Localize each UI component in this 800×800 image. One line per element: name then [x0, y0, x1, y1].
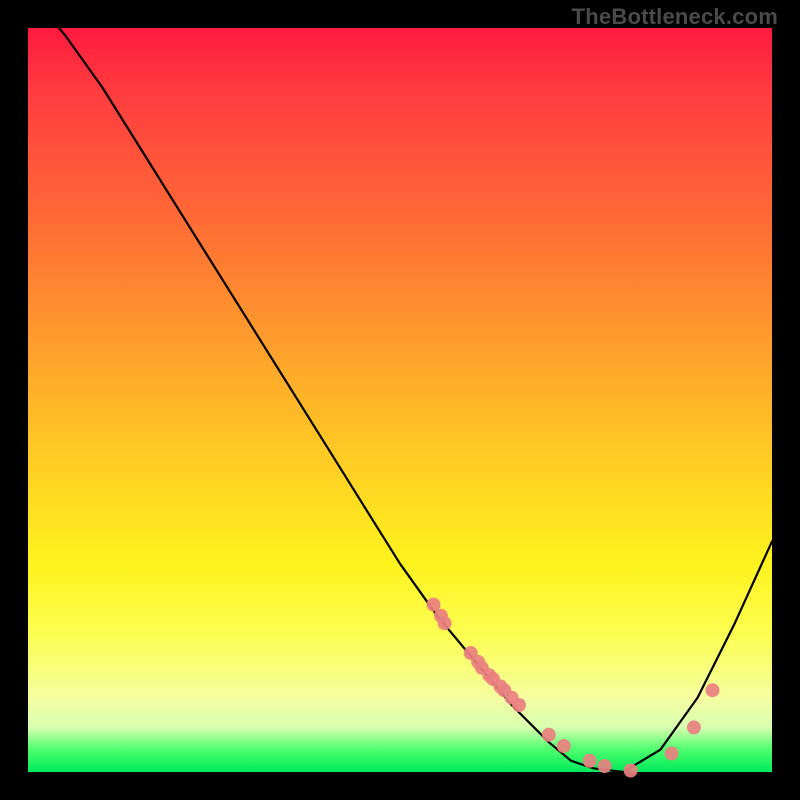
data-dots	[427, 598, 720, 778]
bottleneck-curve	[28, 0, 772, 772]
watermark-text: TheBottleneck.com	[572, 4, 778, 30]
chart-frame: TheBottleneck.com	[0, 0, 800, 800]
plot-area	[28, 28, 772, 772]
chart-svg	[28, 28, 772, 772]
